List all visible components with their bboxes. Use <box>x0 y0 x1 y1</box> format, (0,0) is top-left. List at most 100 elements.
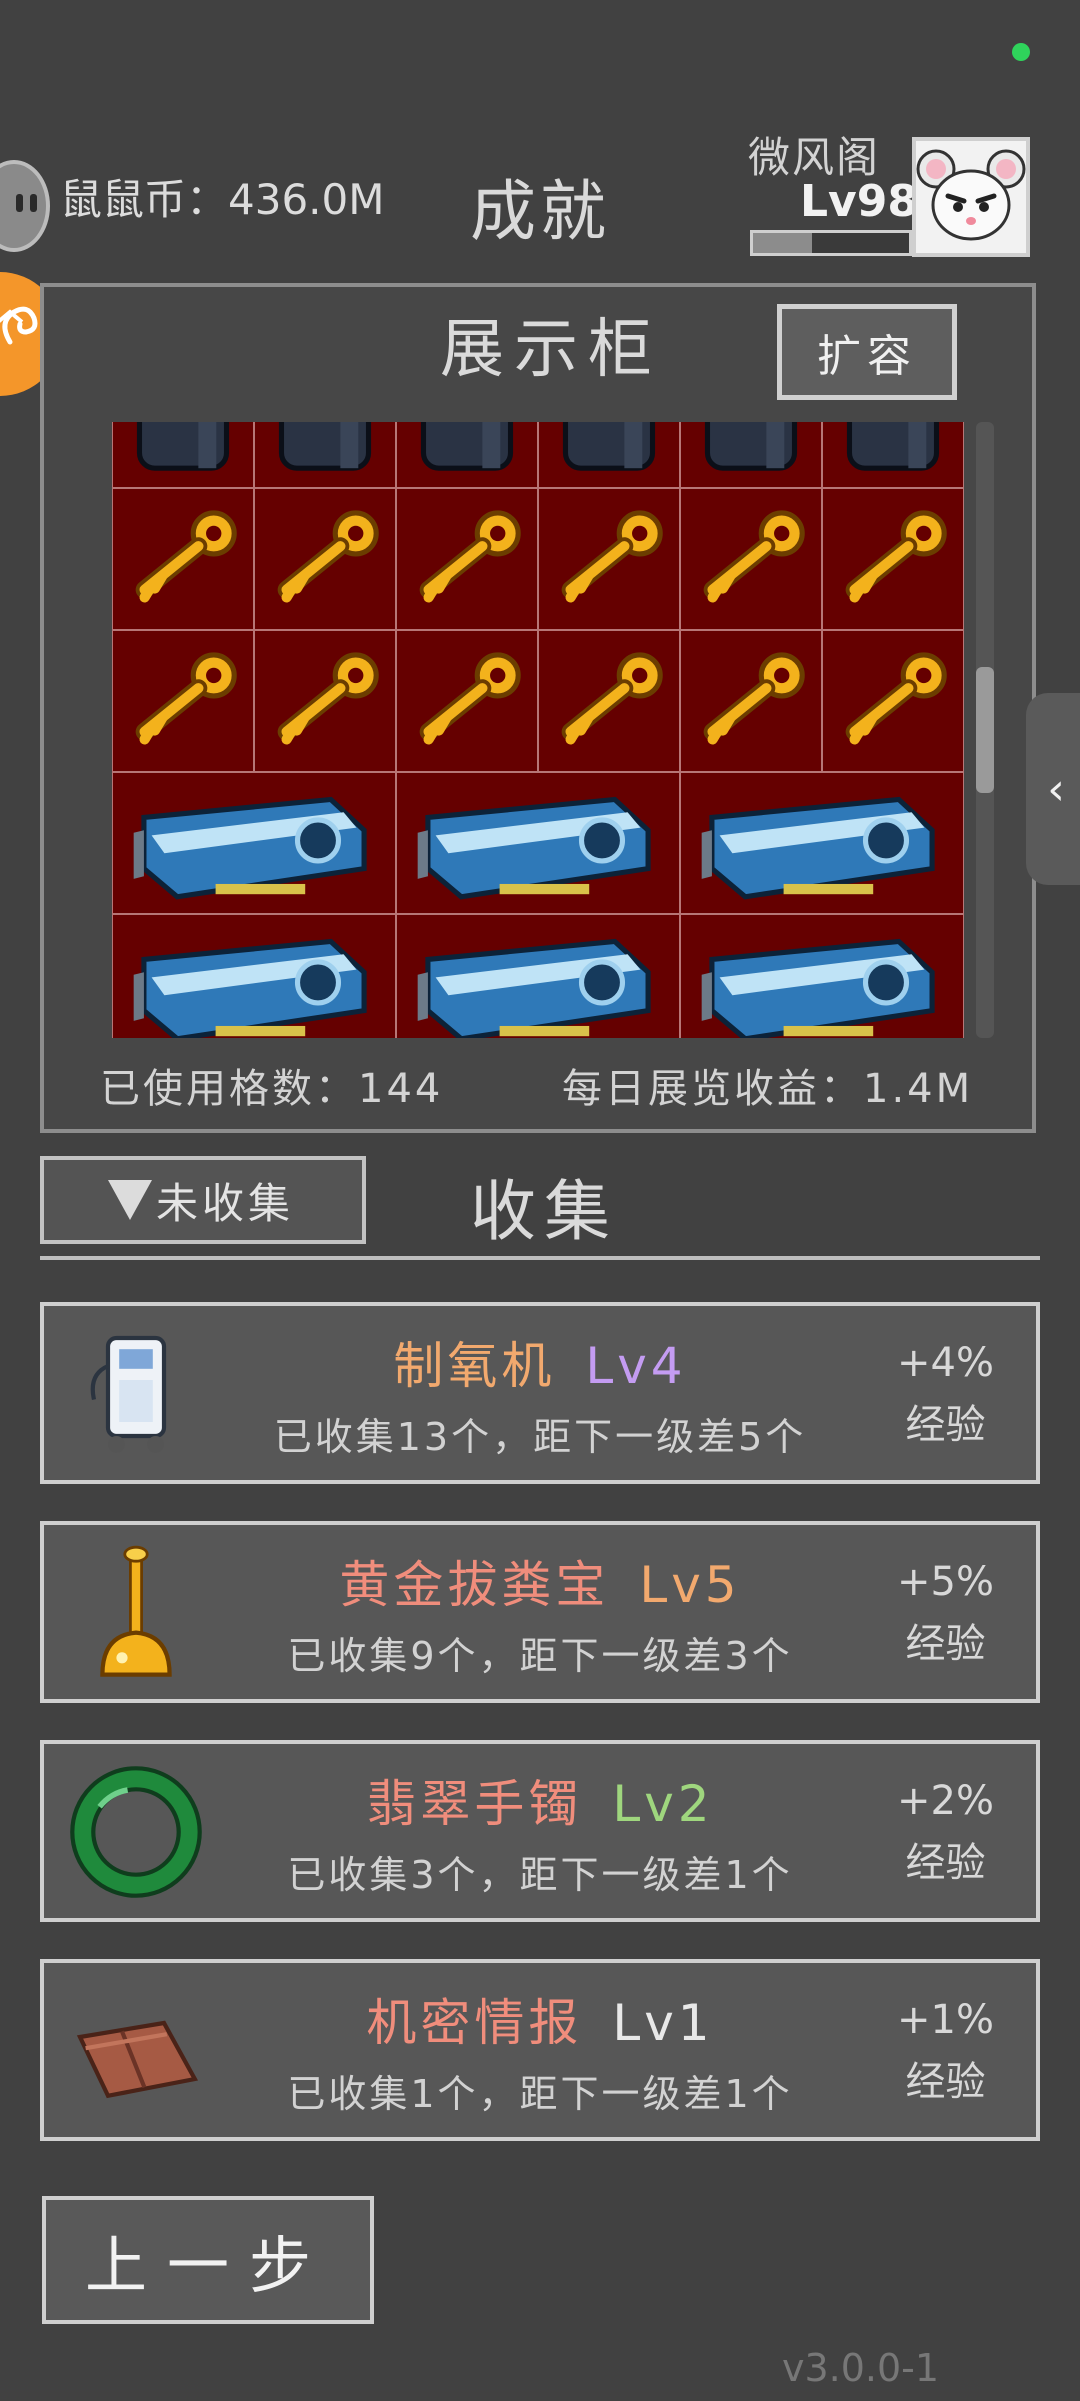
speaker-icon <box>261 422 389 481</box>
collection-item-bonus: +1% 经验 <box>897 1989 994 2113</box>
gold-key-icon <box>687 637 815 765</box>
collection-item-level: Lv4 <box>585 1337 687 1395</box>
graphics-card-icon <box>403 921 673 1038</box>
page-title: 成就 <box>470 173 610 250</box>
showcase-slot[interactable] <box>112 488 254 630</box>
collection-card[interactable]: 黄金拔粪宝 Lv5 已收集9个，距下一级差3个 +5% 经验 <box>40 1521 1040 1703</box>
showcase-row <box>112 630 964 772</box>
collection-item-name: 制氧机 <box>393 1337 556 1395</box>
gold-key-icon <box>261 637 389 765</box>
xp-progress-bar <box>750 230 912 256</box>
showcase-title: 展示柜 <box>440 313 662 387</box>
side-drawer-tab[interactable]: ‹ <box>1026 693 1080 885</box>
gold-key-icon <box>261 495 389 623</box>
speaker-icon <box>403 422 531 481</box>
showcase-slot[interactable] <box>680 914 964 1038</box>
expand-button[interactable]: 扩容 <box>777 304 957 400</box>
uncollected-filter-button[interactable]: 未收集 <box>40 1156 366 1244</box>
scrollbar-thumb[interactable] <box>976 667 994 793</box>
collection-item-name: 机密情报 <box>366 1994 583 2052</box>
showcase-row <box>112 914 964 1038</box>
showcase-slot[interactable] <box>538 488 680 630</box>
avatar[interactable] <box>912 137 1030 257</box>
gold-key-icon <box>403 495 531 623</box>
daily-income: 每日展览收益：1.4M <box>562 1066 974 1112</box>
graphics-card-icon <box>119 921 389 1038</box>
collection-card-title: 翡翠手镯 Lv2 <box>44 1764 1036 1836</box>
speaker-icon <box>545 422 673 481</box>
showcase-row <box>112 422 964 488</box>
showcase-slot[interactable] <box>254 422 396 488</box>
collection-item-bonus: +2% 经验 <box>897 1770 994 1894</box>
collection-card[interactable]: 翡翠手镯 Lv2 已收集3个，距下一级差1个 +2% 经验 <box>40 1740 1040 1922</box>
xp-progress-fill <box>753 233 813 253</box>
showcase-slot[interactable] <box>112 772 396 914</box>
showcase-row <box>112 772 964 914</box>
gold-key-icon <box>403 637 531 765</box>
showcase-slot[interactable] <box>396 488 538 630</box>
collection-item-progress: 已收集9个，距下一级差3个 <box>287 1634 793 1678</box>
back-button[interactable]: 上一步 <box>42 2196 374 2324</box>
speaker-icon <box>829 422 957 481</box>
bonus-value: +5% <box>897 1559 994 1605</box>
showcase-slot[interactable] <box>254 630 396 772</box>
bonus-label: 经验 <box>905 1621 986 1667</box>
showcase-scrollbar[interactable] <box>976 422 994 1038</box>
collection-divider <box>40 1256 1040 1260</box>
collection-card[interactable]: 制氧机 Lv4 已收集13个，距下一级差5个 +4% 经验 <box>40 1302 1040 1484</box>
showcase-slot[interactable] <box>680 422 822 488</box>
showcase-grid[interactable] <box>112 422 964 1038</box>
showcase-slot[interactable] <box>822 422 964 488</box>
gold-key-icon <box>119 637 247 765</box>
collection-item-progress: 已收集1个，距下一级差1个 <box>287 2072 793 2116</box>
collection-item-bonus: +5% 经验 <box>897 1551 994 1675</box>
collection-item-name: 翡翠手镯 <box>366 1775 583 1833</box>
user-level: Lv98 <box>800 176 918 227</box>
showcase-slot[interactable] <box>112 422 254 488</box>
graphics-card-icon <box>119 779 389 907</box>
collection-item-level: Lv2 <box>612 1775 714 1833</box>
filter-label: 未收集 <box>156 1178 295 1228</box>
showcase-slot[interactable] <box>538 630 680 772</box>
collection-item-name: 黄金拔粪宝 <box>339 1556 610 1614</box>
gold-key-icon <box>545 495 673 623</box>
gold-key-icon <box>119 495 247 623</box>
showcase-slot[interactable] <box>254 488 396 630</box>
graphics-card-icon <box>403 779 673 907</box>
showcase-slot[interactable] <box>112 630 254 772</box>
graphics-card-icon <box>687 779 957 907</box>
version-label: v3.0.0-1 <box>782 2346 940 2390</box>
collection-item-bonus: +4% 经验 <box>897 1332 994 1456</box>
collection-card-title: 制氧机 Lv4 <box>44 1326 1036 1398</box>
speaker-icon <box>119 422 247 481</box>
showcase-slot[interactable] <box>396 630 538 772</box>
showcase-slot[interactable] <box>396 914 680 1038</box>
showcase-slot[interactable] <box>538 422 680 488</box>
gold-key-icon <box>829 495 957 623</box>
collection-card[interactable]: 机密情报 Lv1 已收集1个，距下一级差1个 +1% 经验 <box>40 1959 1040 2141</box>
status-indicator <box>1012 43 1030 61</box>
triangle-down-icon <box>108 1180 152 1220</box>
showcase-slot[interactable] <box>396 422 538 488</box>
showcase-slot[interactable] <box>822 488 964 630</box>
chevron-left-icon: ‹ <box>1047 763 1065 815</box>
collection-item-progress: 已收集13个，距下一级差5个 <box>273 1415 807 1459</box>
bonus-value: +4% <box>897 1340 994 1386</box>
graphics-card-icon <box>687 921 957 1038</box>
showcase-slot[interactable] <box>680 630 822 772</box>
mouse-coin-icon <box>0 160 50 252</box>
showcase-slot[interactable] <box>112 914 396 1038</box>
gold-key-icon <box>829 637 957 765</box>
showcase-slot[interactable] <box>680 772 964 914</box>
showcase-slot[interactable] <box>680 488 822 630</box>
collection-item-progress: 已收集3个，距下一级差1个 <box>287 1853 793 1897</box>
bonus-label: 经验 <box>905 1402 986 1448</box>
speaker-icon <box>687 422 815 481</box>
showcase-slot[interactable] <box>396 772 680 914</box>
bonus-label: 经验 <box>905 2059 986 2105</box>
collection-card-title: 机密情报 Lv1 <box>44 1983 1036 2055</box>
collection-title: 收集 <box>470 1173 618 1250</box>
used-slots: 已使用格数：144 <box>100 1066 444 1112</box>
showcase-slot[interactable] <box>822 630 964 772</box>
mouse-avatar-icon <box>916 149 1026 241</box>
